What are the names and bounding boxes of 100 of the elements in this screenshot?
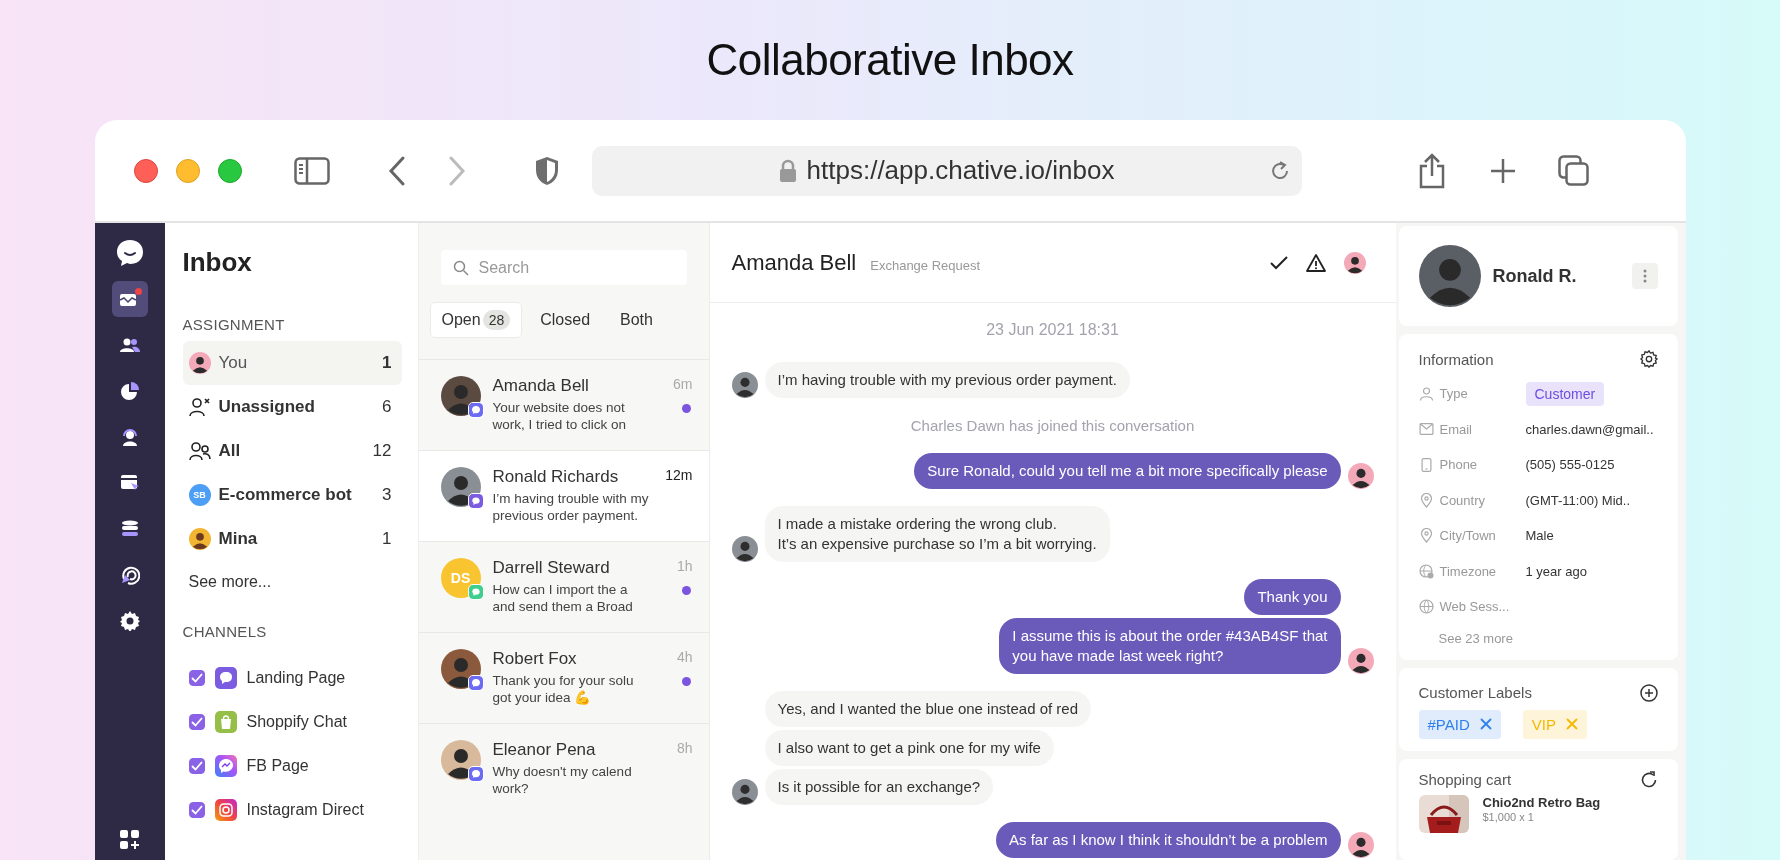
zoom-button[interactable]: [217, 158, 242, 183]
message-preview: and send them a Broad: [492, 598, 633, 615]
close-button[interactable]: [133, 158, 158, 183]
location-pin-icon: [1418, 492, 1434, 508]
conversation-item[interactable]: DS Darrell Steward How can I import the a and send them a Broad 1h: [418, 541, 709, 632]
message-bubble: Sure Ronald, could you tell me a bit more specifically please: [914, 453, 1341, 489]
refresh-icon[interactable]: [1639, 770, 1658, 789]
field-value: (505) 555-0125: [1525, 457, 1615, 473]
panel-title: Inbox: [182, 247, 253, 278]
message-preview: How can I import the a: [492, 581, 628, 598]
message-bubble: Yes, and I wanted the blue one instead of red: [764, 691, 1091, 727]
settings-icon: [119, 611, 140, 631]
checkbox[interactable]: [188, 670, 205, 686]
tab[interactable]: Closed: [529, 303, 602, 337]
field-label: Email: [1439, 421, 1473, 437]
assignment-item[interactable]: All 12: [182, 429, 402, 473]
conversation-subject: Exchange Request: [870, 258, 981, 273]
system-message: Charles Dawn has joined this conversation: [909, 416, 1196, 436]
database-icon: [120, 520, 139, 538]
card-title: Information: [1418, 350, 1494, 368]
label-tag: #PAID: [1418, 709, 1501, 739]
back-icon[interactable]: [387, 155, 406, 186]
assignment-item[interactable]: Unassigned 6: [182, 385, 402, 429]
section-heading: CHANNELS: [182, 623, 268, 640]
message-bubble: I assume this is about the order #43AB4SF that you have made last week right?: [999, 618, 1341, 674]
contact-name: Ronald Richards: [492, 467, 620, 487]
avatar: [440, 467, 481, 507]
camera-icon: [214, 799, 237, 821]
message-bubble: Thank you: [1244, 579, 1341, 615]
chat-bubble-icon: [467, 584, 484, 600]
assignment-item[interactable]: You 1: [182, 341, 402, 385]
tabs-icon[interactable]: [1557, 154, 1590, 187]
avatar: [440, 740, 481, 780]
checkbox[interactable]: [188, 758, 205, 774]
sidebar-icon[interactable]: [293, 156, 330, 185]
warning-icon[interactable]: [1305, 253, 1326, 272]
message-preview: I’m having trouble with my: [492, 490, 649, 507]
lock-icon: [778, 158, 797, 183]
assignment-item[interactable]: Mina 1: [182, 517, 402, 561]
chat-bubble-icon: [467, 493, 484, 509]
tab[interactable]: Open 28: [430, 303, 522, 337]
mail-icon: [1418, 423, 1434, 436]
avatar: [1347, 832, 1374, 858]
person-remove-icon: [188, 397, 211, 417]
timestamp: 1h: [676, 558, 693, 574]
profile-name: Ronald R.: [1492, 265, 1577, 287]
contact-name: Amanda Bell: [492, 376, 590, 396]
message-preview: Your website does not: [492, 399, 625, 416]
message-preview: previous order payment.: [492, 507, 639, 524]
globe-clock-icon: [1418, 563, 1434, 579]
checkbox[interactable]: [188, 714, 205, 730]
channel-label: Instagram Direct: [246, 801, 364, 819]
message-bubble: I also want to get a pink one for my wife: [764, 730, 1054, 766]
avatar: DS: [440, 558, 481, 598]
card-title: Shopping cart: [1418, 771, 1512, 788]
avatar: [440, 376, 481, 416]
message-preview: Why doesn't my calend: [492, 763, 632, 780]
pie-chart-icon: [120, 382, 139, 400]
check-icon[interactable]: [1269, 255, 1288, 270]
field-value: (GMT-11:00) Mid..: [1525, 492, 1630, 508]
tab[interactable]: Both: [609, 303, 664, 337]
nav-item[interactable]: [111, 281, 148, 317]
avatar: [731, 779, 758, 805]
assignment-item[interactable]: SB E-commerce bot 3: [182, 473, 402, 517]
address-bar[interactable]: https://app.chative.io/inbox: [591, 145, 1302, 196]
contact-name: Eleanor Pena: [492, 740, 597, 760]
settings-icon[interactable]: [1639, 350, 1658, 368]
remove-icon[interactable]: [1479, 718, 1492, 730]
contact-name: Darrell Steward: [492, 558, 611, 578]
see-more-link[interactable]: See more...: [182, 561, 402, 591]
field-label: Phone: [1439, 457, 1479, 473]
field-label: Web Sess...: [1439, 599, 1511, 615]
shield-icon[interactable]: [533, 155, 560, 186]
avatar: [188, 528, 211, 550]
conversation-item[interactable]: Robert Fox Thank you for your solu got your idea 💪 4h: [418, 632, 709, 723]
page-title: Collaborative Inbox: [706, 34, 1074, 86]
message-preview: work, I tried to click on: [492, 416, 627, 433]
checkbox[interactable]: [188, 802, 205, 818]
conversation-item[interactable]: Ronald Richards I’m having trouble with my previous order payment. 12m: [418, 450, 709, 541]
phone-icon: [1418, 457, 1434, 472]
message-bubble: I’m having trouble with my previous order payment.: [764, 362, 1130, 398]
search-field[interactable]: Search: [440, 250, 687, 285]
conversation-item[interactable]: Eleanor Pena Why doesn't my calend work? 8h: [418, 723, 709, 814]
message-bubble: As far as I know I think it shouldn’t be a problem: [996, 822, 1341, 858]
add-icon[interactable]: [1639, 683, 1658, 702]
conversation-title: Amanda Bell: [731, 249, 857, 276]
customer-tag: Customer: [1525, 381, 1605, 406]
share-icon[interactable]: [1417, 152, 1446, 189]
field-value: 1 year ago: [1525, 563, 1587, 579]
new-tab-icon[interactable]: [1489, 157, 1516, 184]
avatar[interactable]: [1343, 251, 1366, 274]
location-pin-icon: [1418, 528, 1434, 544]
message-preview: got your idea 💪: [492, 689, 592, 706]
date-divider: 23 Jun 2021 18:31: [985, 320, 1120, 340]
product-price: $1,000 x 1: [1482, 810, 1535, 823]
label-tag: VIP: [1522, 709, 1587, 739]
apps-icon[interactable]: [119, 830, 140, 850]
card-title: Customer Labels: [1418, 684, 1532, 701]
field-label: Country: [1439, 492, 1487, 508]
timestamp: 4h: [676, 649, 693, 665]
